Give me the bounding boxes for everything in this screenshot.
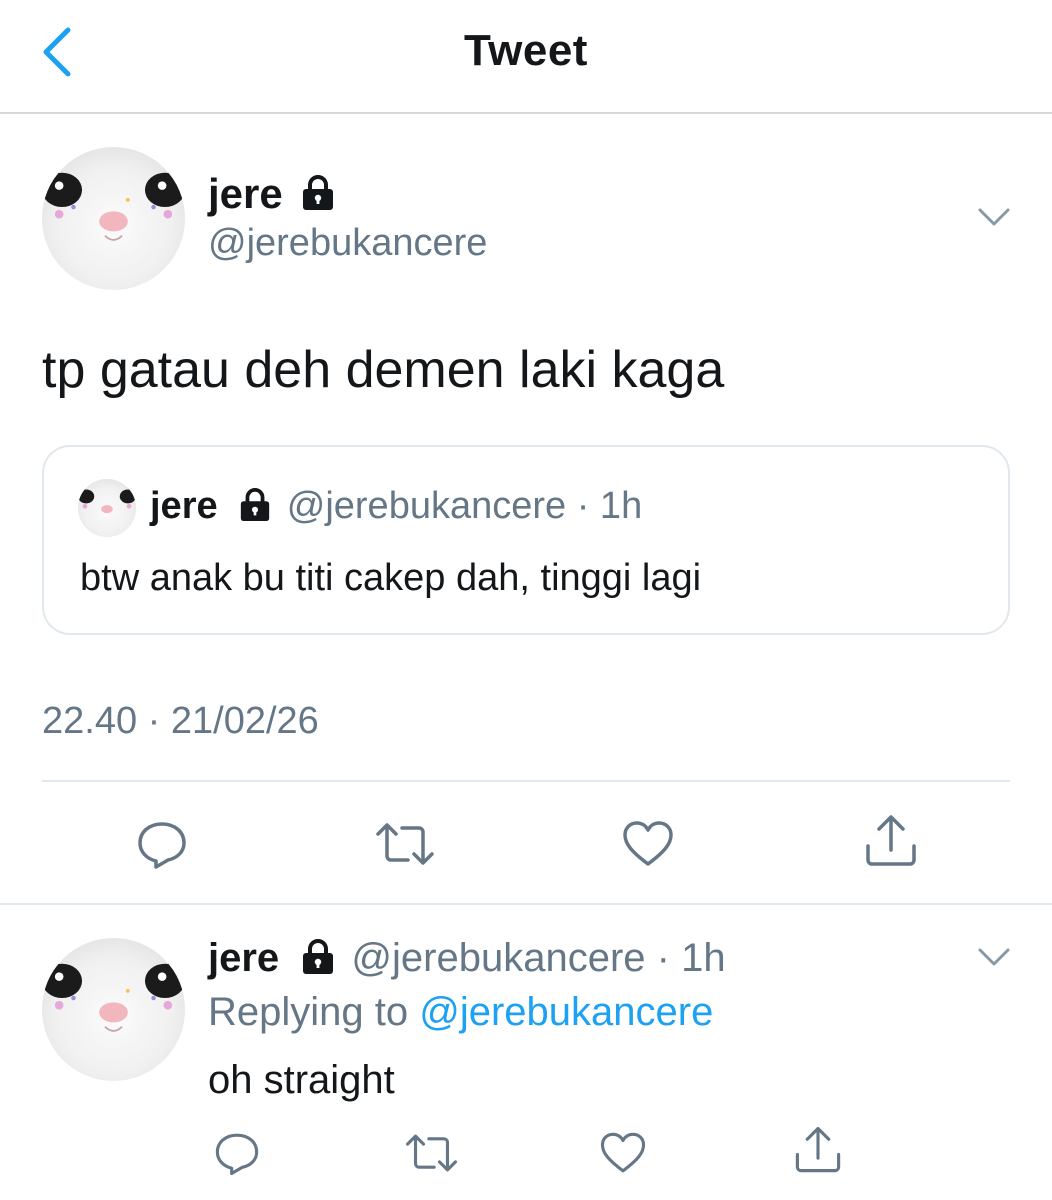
tweet-options-button[interactable] <box>974 200 1014 234</box>
quoted-avatar <box>78 479 136 537</box>
replying-to-label: Replying to <box>208 990 409 1034</box>
reply-text: oh straight <box>208 1058 395 1102</box>
quoted-tweet-text: btw anak bu titi cakep dah, tinggi lagi <box>80 557 702 599</box>
retweet-icon <box>376 823 434 865</box>
page-title: Tweet <box>464 26 588 75</box>
share-button[interactable] <box>862 812 920 870</box>
reply-time: · 1h <box>656 936 726 980</box>
reply-button[interactable] <box>134 816 190 872</box>
chevron-down-icon <box>978 948 1010 966</box>
like-icon <box>600 1132 646 1173</box>
divider <box>42 780 1010 782</box>
lock-icon <box>303 939 334 975</box>
like-icon <box>623 821 673 866</box>
quoted-author-handle: @jerebukancere <box>286 485 567 527</box>
reply-reply-button[interactable] <box>212 1128 262 1178</box>
reply-icon <box>215 1133 259 1176</box>
like-button[interactable] <box>620 816 676 872</box>
lock-icon <box>303 174 334 210</box>
author-name-text: jere <box>208 170 283 217</box>
reply-like-button[interactable] <box>598 1128 648 1178</box>
quoted-tweet-card[interactable]: jere @jerebukancere · 1h btw anak bu tit… <box>42 445 1010 635</box>
author-name[interactable]: jere <box>208 170 336 218</box>
avatar[interactable] <box>42 147 185 290</box>
reply-header: jere @jerebukancere · 1h <box>208 936 726 981</box>
top-navigation-bar: Tweet <box>0 0 1052 114</box>
author-handle[interactable]: @jerebukancere <box>208 222 487 265</box>
cat-avatar-image <box>42 963 185 1032</box>
retweet-button[interactable] <box>374 816 436 872</box>
reply-avatar[interactable] <box>42 938 185 1081</box>
lock-icon <box>241 488 270 522</box>
reply-options-button[interactable] <box>974 940 1014 974</box>
chevron-down-icon <box>978 208 1010 226</box>
quoted-tweet-time: · 1h <box>576 485 643 527</box>
retweet-icon <box>405 1134 458 1172</box>
share-icon <box>795 1126 841 1173</box>
reply-retweet-button[interactable] <box>404 1128 459 1178</box>
replying-to-mention[interactable]: @jerebukancere <box>419 990 713 1034</box>
reply-author-name[interactable]: jere <box>208 936 279 980</box>
reply-icon <box>138 822 186 869</box>
replying-to-line: Replying to @jerebukancere <box>208 990 713 1035</box>
tweet-text: tp gatau deh demen laki kaga <box>42 341 725 399</box>
divider <box>0 903 1052 905</box>
quoted-tweet-header: jere @jerebukancere · 1h <box>150 485 642 528</box>
reply-author-handle[interactable]: @jerebukancere <box>351 936 645 980</box>
reply-share-button[interactable] <box>792 1124 844 1176</box>
cat-avatar-image <box>42 172 185 241</box>
share-icon <box>866 815 916 866</box>
tweet-timestamp: 22.40 · 21/02/26 <box>42 700 319 742</box>
quoted-author-name: jere <box>150 485 218 527</box>
cat-avatar-image <box>78 489 136 514</box>
